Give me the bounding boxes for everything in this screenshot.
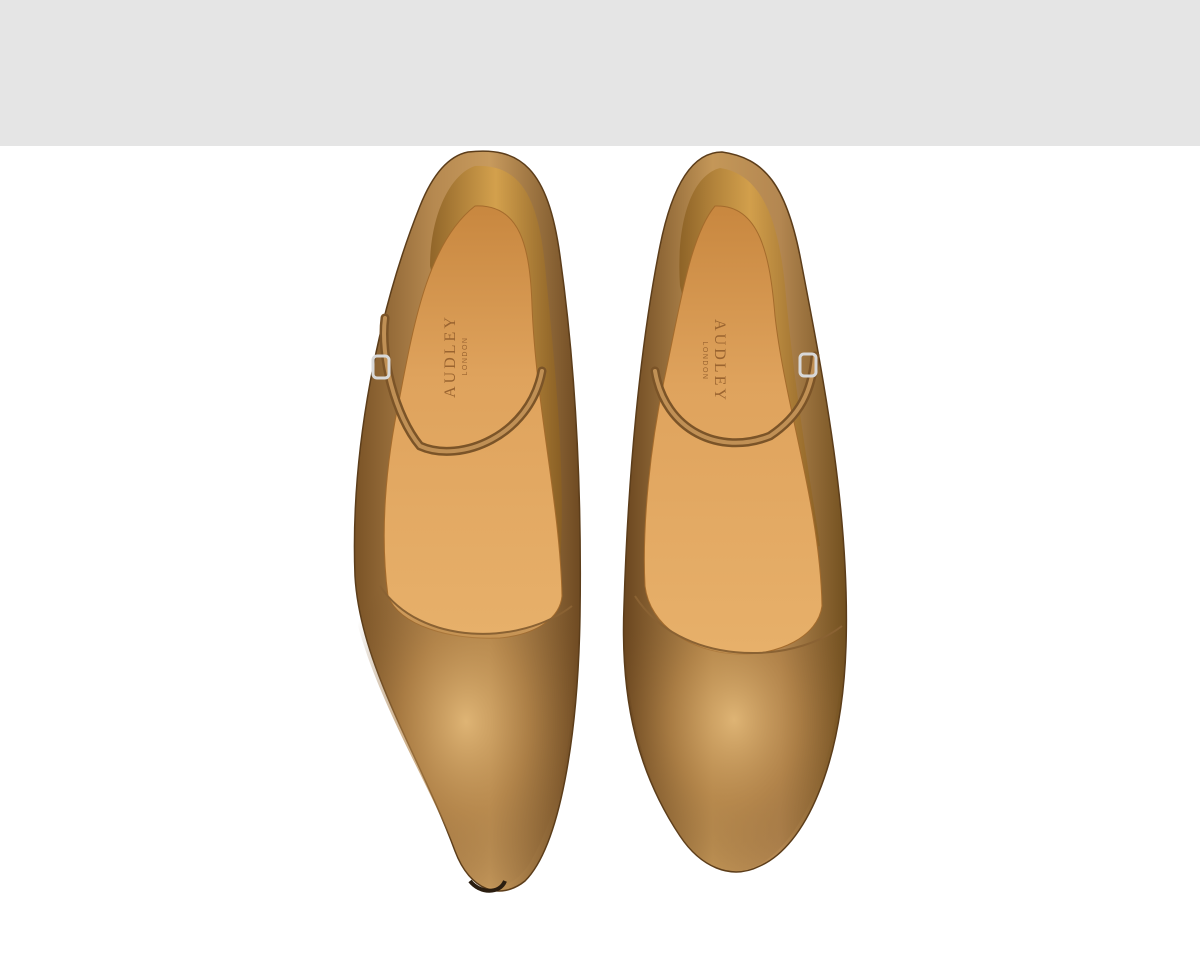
insole-brand-right: AUDLEY xyxy=(711,319,728,403)
top-gray-banner xyxy=(0,0,1200,146)
left-shoe: AUDLEY LONDON xyxy=(353,150,582,893)
insole-subtitle-right: LONDON xyxy=(701,342,708,381)
right-shoe: AUDLEY LONDON xyxy=(622,151,848,873)
shoes-illustration: AUDLEY LONDON AUDLEY LONDON xyxy=(353,150,848,893)
insole-brand-left: AUDLEY xyxy=(442,314,459,398)
product-photo: AUDLEY LONDON AUDLEY LONDON xyxy=(0,146,1200,977)
insole-subtitle-left: LONDON xyxy=(462,337,469,376)
